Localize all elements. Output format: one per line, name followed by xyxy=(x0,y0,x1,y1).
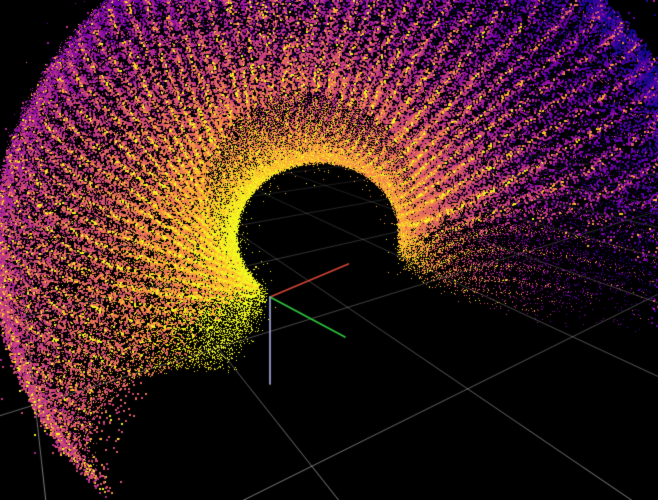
pointcloud-render-canvas[interactable] xyxy=(0,0,658,500)
pointcloud-viewport[interactable] xyxy=(0,0,658,500)
